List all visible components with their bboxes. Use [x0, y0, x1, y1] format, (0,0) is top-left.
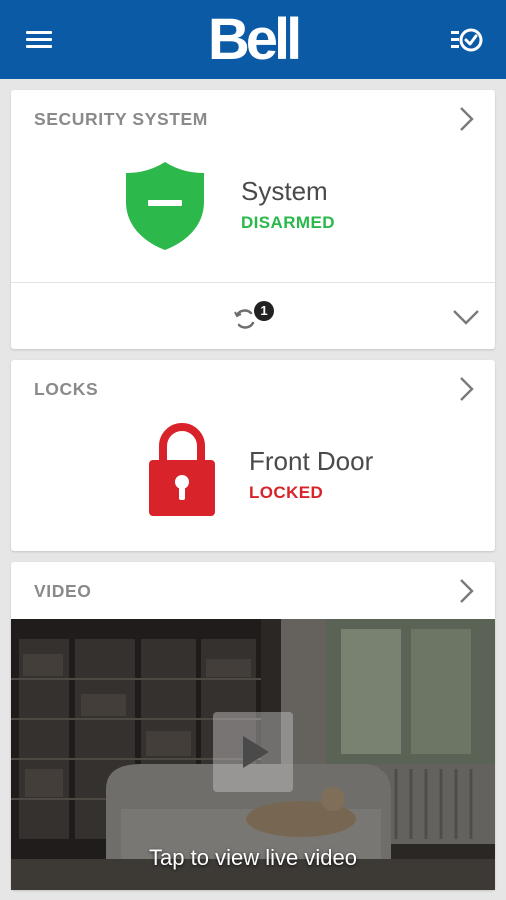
sync-status[interactable]: 1: [231, 297, 281, 333]
app-header: Bell: [0, 0, 506, 79]
expand-button[interactable]: [451, 302, 481, 332]
system-label: System: [241, 176, 328, 206]
play-icon: [243, 736, 269, 768]
security-status: DISARMED: [241, 213, 335, 232]
chevron-right-icon: [460, 579, 474, 603]
live-video-caption: Tap to view live video: [149, 845, 357, 870]
divider: [11, 282, 495, 283]
locks-card[interactable]: LOCKS Front Door LOCKED: [11, 360, 495, 551]
security-system-card[interactable]: SECURITY SYSTEM System DISARMED 1: [11, 90, 495, 349]
video-card[interactable]: VIDEO Tap to view live video: [11, 562, 495, 890]
padlock-icon: [149, 423, 215, 516]
card-title: SECURITY SYSTEM: [34, 109, 208, 129]
tasks-button[interactable]: [448, 24, 488, 56]
open-security-button[interactable]: [456, 104, 478, 134]
open-video-button[interactable]: [456, 576, 478, 606]
shield-icon: [126, 162, 204, 250]
chevron-right-icon: [460, 377, 474, 401]
notification-badge: 1: [254, 301, 274, 321]
lock-name: Front Door: [249, 446, 374, 476]
checklist-icon: [451, 28, 483, 52]
card-title: LOCKS: [34, 379, 99, 399]
lock-status: LOCKED: [249, 483, 324, 502]
card-title: VIDEO: [34, 581, 92, 601]
bell-logo: Bell: [207, 7, 302, 72]
play-button[interactable]: [213, 712, 293, 792]
video-preview[interactable]: Tap to view live video: [11, 619, 495, 890]
chevron-down-icon: [453, 310, 479, 325]
chevron-right-icon: [460, 107, 474, 131]
open-locks-button[interactable]: [456, 374, 478, 404]
